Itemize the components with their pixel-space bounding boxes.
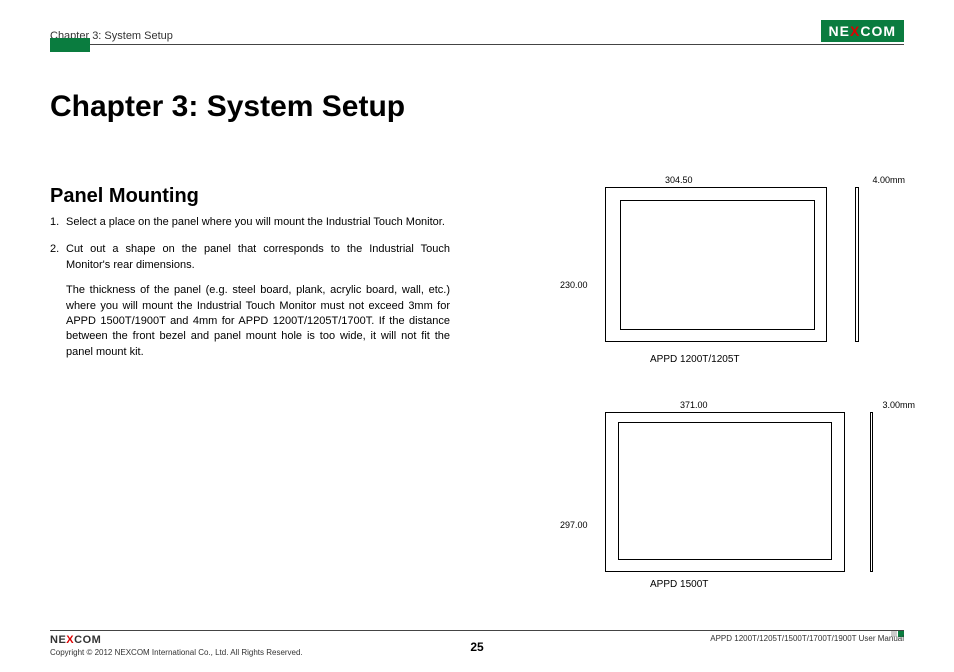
step-2: Cut out a shape on the panel that corres… (50, 242, 450, 360)
diagram-area: 304.50 4.00mm 230.00 APPD 1200T/1205T 37… (550, 175, 910, 625)
step-2-note: The thickness of the panel (e.g. steel b… (66, 283, 450, 360)
monitor-outline (618, 422, 832, 560)
monitor-outline (620, 200, 815, 330)
dim-width: 371.00 (680, 400, 708, 410)
page-number: 25 (470, 640, 483, 654)
body-text: Select a place on the panel where you wi… (50, 215, 450, 372)
nexcom-logo: NEXCOM (821, 20, 904, 42)
diagram-caption: APPD 1200T/1205T (650, 354, 740, 365)
logo-text-pre: NE (829, 23, 850, 39)
footer-logo: NEXCOM (50, 634, 303, 646)
dim-thickness: 4.00mm (872, 175, 905, 185)
logo-text-post: COM (860, 23, 896, 39)
copyright: Copyright © 2012 NEXCOM International Co… (50, 648, 303, 657)
step-1: Select a place on the panel where you wi… (50, 215, 450, 230)
side-profile (855, 187, 859, 342)
dim-height: 297.00 (560, 520, 588, 530)
diagram-caption: APPD 1500T (650, 579, 708, 590)
dim-height: 230.00 (560, 280, 588, 290)
green-tab-decor (50, 38, 90, 52)
logo-text-x: X (850, 23, 860, 39)
diagram-appd-1200t: 304.50 4.00mm 230.00 APPD 1200T/1205T (550, 175, 910, 365)
page-header: Chapter 3: System Setup NEXCOM (50, 20, 904, 45)
dim-width: 304.50 (665, 175, 693, 185)
diagram-appd-1500t: 371.00 3.00mm 297.00 APPD 1500T (550, 400, 910, 590)
manual-name: APPD 1200T/1205T/1500T/1700T/1900T User … (710, 634, 904, 643)
side-profile (870, 412, 873, 572)
dim-thickness: 3.00mm (882, 400, 915, 410)
step-2-text: Cut out a shape on the panel that corres… (66, 243, 450, 270)
footer-left: NEXCOM Copyright © 2012 NEXCOM Internati… (50, 634, 303, 657)
chapter-title: Chapter 3: System Setup (50, 90, 405, 124)
section-title: Panel Mounting (50, 185, 199, 208)
